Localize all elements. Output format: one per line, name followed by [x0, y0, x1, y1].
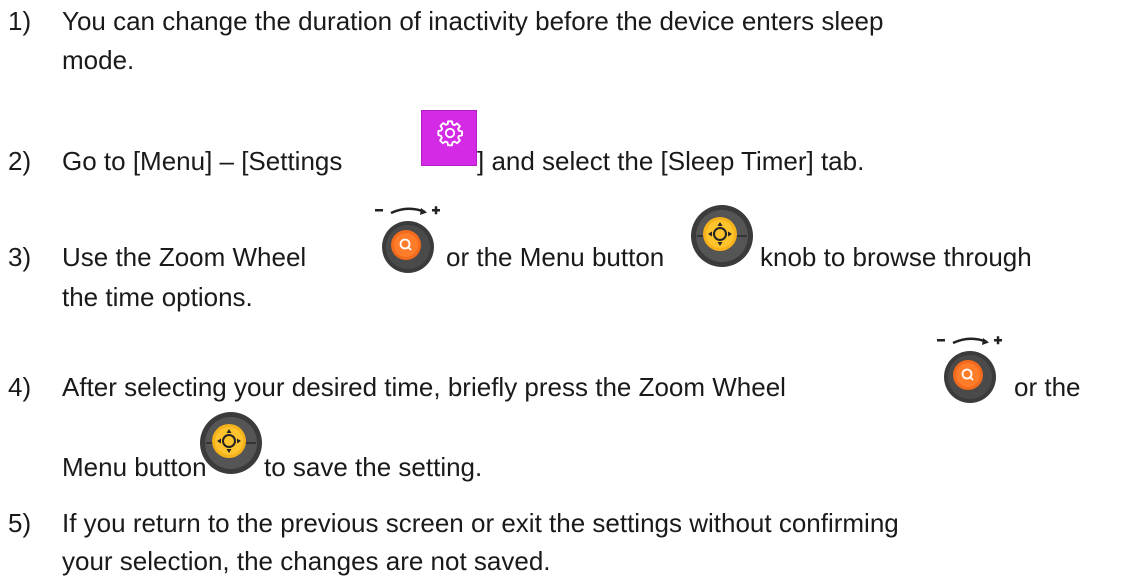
step-text: or the: [1014, 372, 1081, 402]
step-text: mode.: [62, 45, 135, 75]
step-number: 3): [8, 242, 32, 272]
step-number: 5): [8, 508, 32, 538]
zoom-wheel-icon: [935, 334, 1005, 404]
step-text: to save the setting.: [264, 452, 483, 482]
step-5-continued: your selection, the changes are not save…: [62, 546, 551, 576]
zoom-wheel-icon: [373, 204, 443, 274]
step-3-continued: the time options.: [62, 282, 253, 312]
step-text: the time options.: [62, 282, 253, 312]
menu-knob-icon: [689, 203, 755, 269]
step-text: knob to browse through: [760, 242, 1032, 272]
step-text: After selecting your desired time, brief…: [62, 372, 786, 402]
step-text: If you return to the previous screen or …: [62, 508, 899, 538]
step-text: Go to [Menu] – [Settings: [62, 146, 343, 176]
step-text: your selection, the changes are not save…: [62, 546, 551, 576]
step-1-continued: mode.: [62, 45, 134, 75]
step-text: or the Menu button: [446, 242, 665, 272]
step-text: You can change the duration of inactivit…: [62, 6, 884, 36]
gear-icon: [437, 120, 463, 147]
settings-gear-icon: [421, 110, 477, 166]
step-text: Use the Zoom Wheel: [62, 242, 307, 272]
menu-knob-icon: [198, 410, 264, 476]
step-number: 1): [8, 6, 32, 36]
step-text: Menu button: [62, 452, 207, 482]
step-number: 4): [8, 372, 32, 402]
step-number: 2): [8, 146, 32, 176]
step-4-continued: Menu button: [62, 452, 207, 482]
step-text: ] and select the [Sleep Timer] tab.: [477, 146, 865, 176]
step-4-continued: to save the setting.: [264, 452, 482, 482]
